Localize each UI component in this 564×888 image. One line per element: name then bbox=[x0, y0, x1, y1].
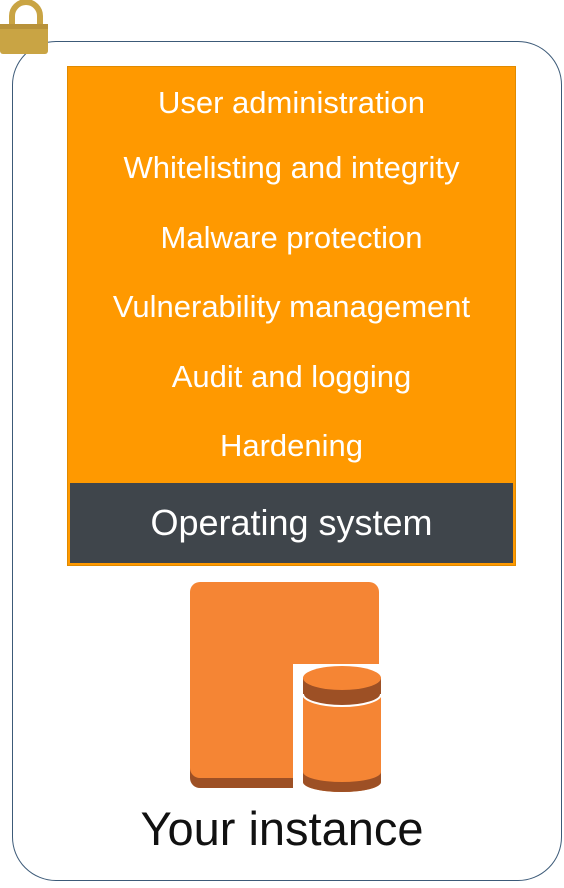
padlock-icon bbox=[0, 0, 48, 54]
security-layers-panel: User administration Whitelisting and int… bbox=[67, 66, 516, 566]
layer-vulnerability-management: Vulnerability management bbox=[112, 289, 471, 324]
instance-caption: Your instance bbox=[140, 802, 424, 855]
layer-audit-logging: Audit and logging bbox=[171, 359, 412, 394]
layer-hardening: Hardening bbox=[219, 428, 364, 463]
layer-user-administration: User administration bbox=[157, 85, 426, 120]
layer-malware-protection: Malware protection bbox=[160, 220, 423, 255]
layer-whitelisting-integrity: Whitelisting and integrity bbox=[123, 150, 460, 185]
operating-system-bar: Operating system bbox=[70, 483, 513, 563]
ec2-instance-icon bbox=[190, 582, 383, 792]
